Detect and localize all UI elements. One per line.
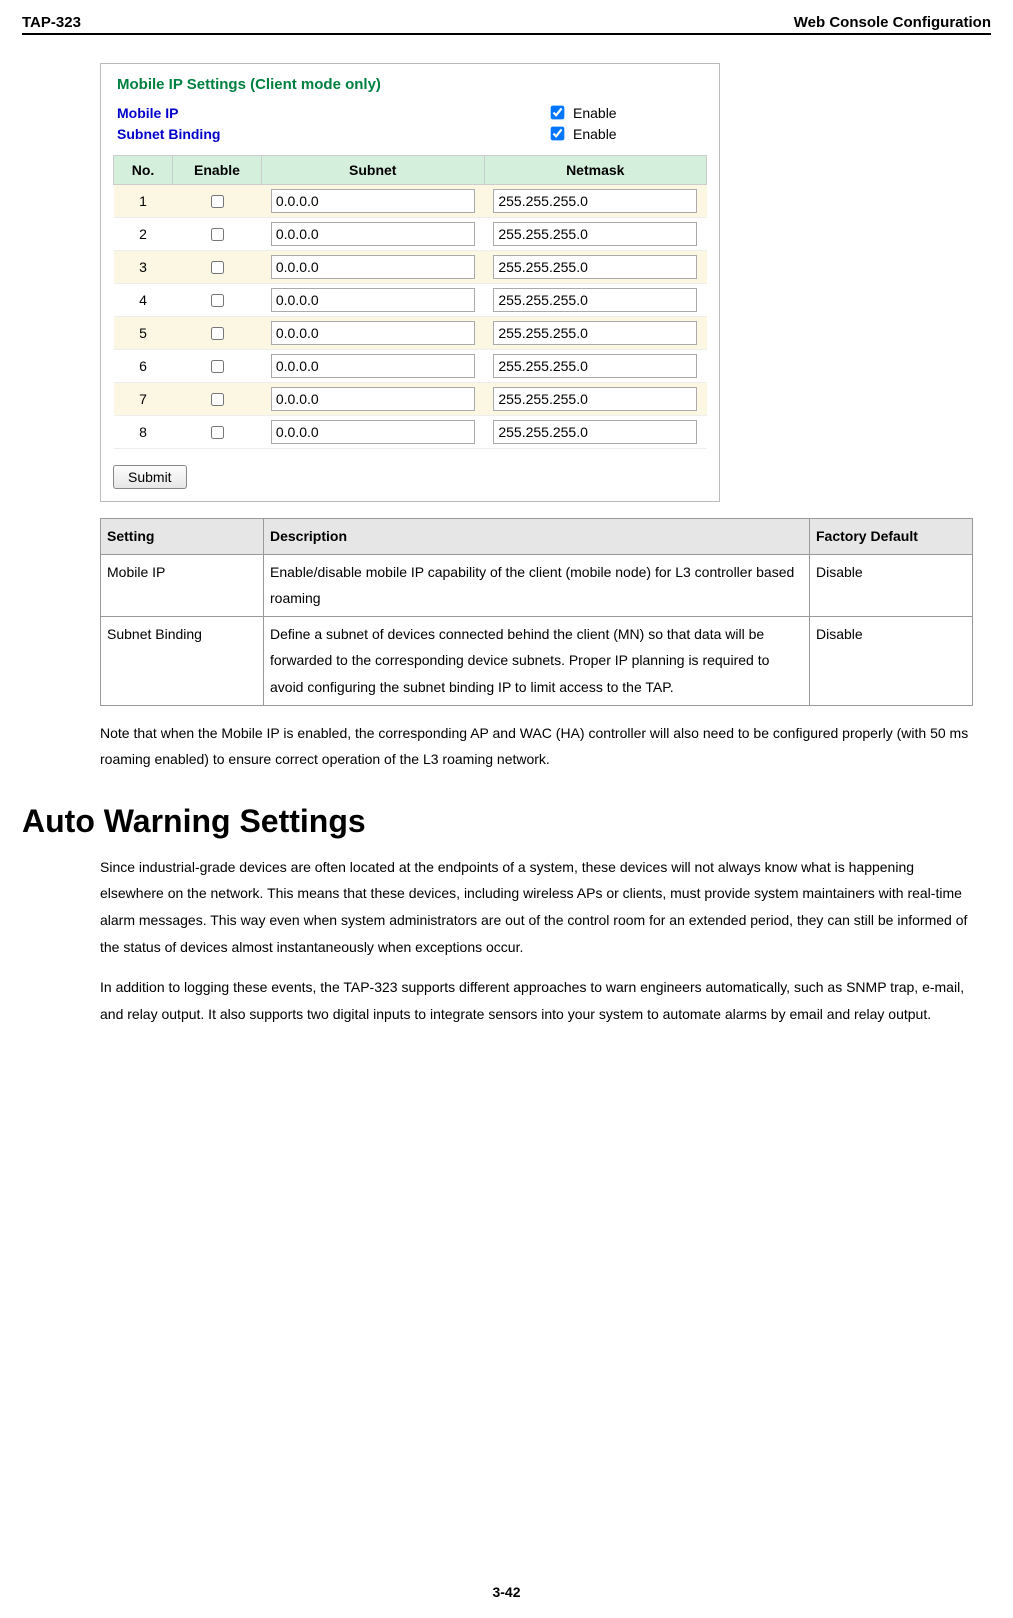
netmask-input[interactable] xyxy=(493,387,697,411)
row-enable-checkbox[interactable] xyxy=(211,294,224,307)
table-row: 1 xyxy=(114,185,707,218)
row-enable-checkbox[interactable] xyxy=(211,327,224,340)
subnet-binding-label: Subnet Binding xyxy=(117,126,547,142)
col-subnet: Subnet xyxy=(262,156,485,185)
mobile-ip-row: Mobile IP Enable xyxy=(117,103,707,122)
cell-no: 3 xyxy=(114,251,173,284)
mobile-ip-panel: Mobile IP Settings (Client mode only) Mo… xyxy=(100,63,720,502)
cell-no: 7 xyxy=(114,383,173,416)
table-row: 4 xyxy=(114,284,707,317)
cell-default: Disable xyxy=(810,616,973,705)
header-left: TAP-323 xyxy=(22,14,81,31)
desc-col-setting: Setting xyxy=(101,519,264,555)
subnet-table: No. Enable Subnet Netmask 12345678 xyxy=(113,155,707,449)
table-row: Mobile IPEnable/disable mobile IP capabi… xyxy=(101,554,973,616)
table-row: 7 xyxy=(114,383,707,416)
table-row: Subnet BindingDefine a subnet of devices… xyxy=(101,616,973,705)
table-row: 6 xyxy=(114,350,707,383)
header-right: Web Console Configuration xyxy=(794,14,991,31)
cell-setting: Subnet Binding xyxy=(101,616,264,705)
section-heading: Auto Warning Settings xyxy=(22,803,973,840)
netmask-input[interactable] xyxy=(493,288,697,312)
row-enable-checkbox[interactable] xyxy=(211,426,224,439)
subnet-input[interactable] xyxy=(271,288,475,312)
settings-description-table: Setting Description Factory Default Mobi… xyxy=(100,518,973,706)
row-enable-checkbox[interactable] xyxy=(211,393,224,406)
mobile-ip-label: Mobile IP xyxy=(117,105,547,121)
subnet-input[interactable] xyxy=(271,222,475,246)
mobile-ip-checkbox[interactable] xyxy=(551,106,565,120)
subnet-input[interactable] xyxy=(271,354,475,378)
cell-no: 2 xyxy=(114,218,173,251)
netmask-input[interactable] xyxy=(493,255,697,279)
netmask-input[interactable] xyxy=(493,222,697,246)
netmask-input[interactable] xyxy=(493,321,697,345)
subnet-input[interactable] xyxy=(271,420,475,444)
subnet-binding-enable-text: Enable xyxy=(573,126,617,142)
subnet-input[interactable] xyxy=(271,255,475,279)
paragraph-1: Since industrial-grade devices are often… xyxy=(100,854,973,960)
cell-setting: Mobile IP xyxy=(101,554,264,616)
note-paragraph: Note that when the Mobile IP is enabled,… xyxy=(100,720,973,773)
table-row: 5 xyxy=(114,317,707,350)
cell-no: 8 xyxy=(114,416,173,449)
subnet-binding-row: Subnet Binding Enable xyxy=(117,124,707,143)
submit-button[interactable]: Submit xyxy=(113,465,187,489)
cell-no: 6 xyxy=(114,350,173,383)
netmask-input[interactable] xyxy=(493,420,697,444)
table-row: 3 xyxy=(114,251,707,284)
panel-title: Mobile IP Settings (Client mode only) xyxy=(117,76,707,93)
table-row: 2 xyxy=(114,218,707,251)
desc-col-description: Description xyxy=(264,519,810,555)
row-enable-checkbox[interactable] xyxy=(211,195,224,208)
cell-description: Define a subnet of devices connected beh… xyxy=(264,616,810,705)
col-no: No. xyxy=(114,156,173,185)
subnet-input[interactable] xyxy=(271,321,475,345)
paragraph-2: In addition to logging these events, the… xyxy=(100,974,973,1027)
row-enable-checkbox[interactable] xyxy=(211,261,224,274)
table-row: 8 xyxy=(114,416,707,449)
netmask-input[interactable] xyxy=(493,354,697,378)
cell-description: Enable/disable mobile IP capability of t… xyxy=(264,554,810,616)
subnet-input[interactable] xyxy=(271,189,475,213)
netmask-input[interactable] xyxy=(493,189,697,213)
desc-col-default: Factory Default xyxy=(810,519,973,555)
cell-no: 5 xyxy=(114,317,173,350)
col-enable: Enable xyxy=(173,156,262,185)
col-netmask: Netmask xyxy=(484,156,707,185)
page-header: TAP-323 Web Console Configuration xyxy=(22,14,991,35)
row-enable-checkbox[interactable] xyxy=(211,360,224,373)
row-enable-checkbox[interactable] xyxy=(211,228,224,241)
page-number: 3-42 xyxy=(0,1584,1013,1600)
subnet-input[interactable] xyxy=(271,387,475,411)
cell-no: 1 xyxy=(114,185,173,218)
cell-default: Disable xyxy=(810,554,973,616)
mobile-ip-enable-text: Enable xyxy=(573,105,617,121)
subnet-binding-checkbox[interactable] xyxy=(551,127,565,141)
cell-no: 4 xyxy=(114,284,173,317)
